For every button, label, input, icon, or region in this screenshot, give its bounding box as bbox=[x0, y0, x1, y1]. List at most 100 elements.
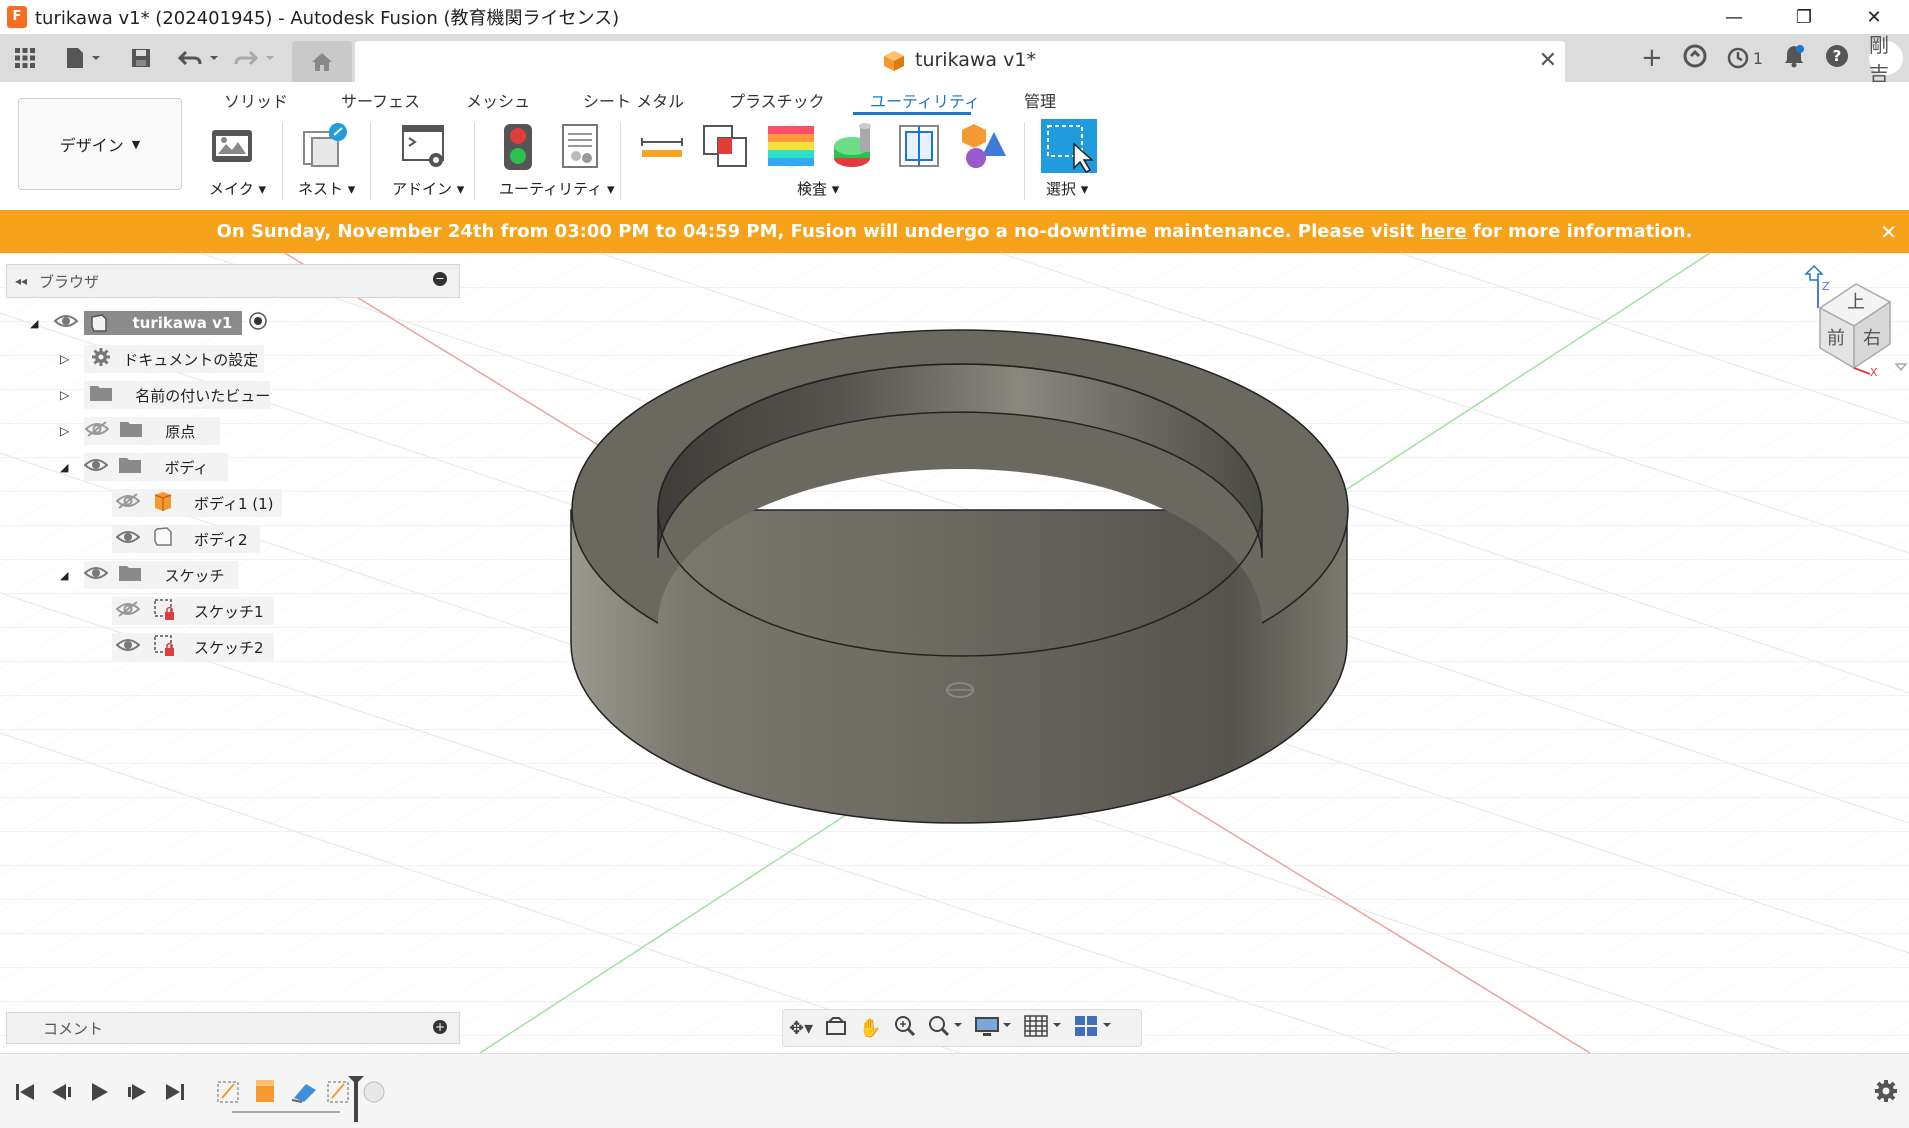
visibility-eye-icon[interactable] bbox=[83, 565, 109, 585]
select-group-label[interactable]: 選択 ▾ bbox=[1046, 178, 1088, 199]
parameters-table-icon[interactable] bbox=[560, 122, 600, 174]
tree-item-bodies[interactable]: ◢ ボディ bbox=[60, 452, 208, 482]
collapse-triangle-icon[interactable]: ◢ bbox=[60, 461, 68, 474]
timeline-sketch-icon[interactable] bbox=[327, 1081, 349, 1103]
home-icon[interactable] bbox=[292, 41, 352, 82]
draft-analysis-icon[interactable] bbox=[832, 122, 878, 174]
process-checks-icon[interactable] bbox=[500, 122, 536, 176]
section-analysis-icon[interactable] bbox=[896, 122, 942, 174]
play-button[interactable] bbox=[92, 1083, 108, 1101]
minimize-button[interactable]: — bbox=[1699, 0, 1769, 34]
undo-icon[interactable] bbox=[176, 42, 222, 74]
step-back-button[interactable] bbox=[52, 1084, 71, 1100]
display-settings-icon[interactable] bbox=[974, 1015, 1012, 1042]
expand-triangle-icon[interactable]: ▷ bbox=[60, 352, 69, 366]
tab-utility[interactable]: ユーティリティ bbox=[870, 88, 980, 112]
pan-hand-icon[interactable]: ✋ bbox=[859, 1018, 881, 1039]
timeline-settings-gear-icon[interactable] bbox=[1873, 1078, 1899, 1108]
browser-panel-header[interactable]: ◂◂ ブラウザ − bbox=[6, 264, 460, 298]
document-tab[interactable]: turikawa v1* ✕ bbox=[355, 41, 1565, 82]
make-group-label[interactable]: メイク ▾ bbox=[209, 178, 266, 199]
new-tab-plus-icon[interactable]: + bbox=[1641, 43, 1663, 73]
browser-minimize-icon[interactable]: − bbox=[433, 272, 447, 286]
help-icon[interactable]: ? bbox=[1825, 44, 1849, 73]
display-component-colors-icon[interactable] bbox=[960, 122, 1008, 174]
extensions-icon[interactable] bbox=[1683, 44, 1707, 73]
zebra-analysis-icon[interactable] bbox=[766, 122, 816, 174]
file-menu-icon[interactable] bbox=[60, 42, 106, 74]
workspace-switcher[interactable]: デザイン ▼ bbox=[18, 98, 182, 190]
tree-item-sketch1[interactable]: スケッチ1 bbox=[115, 596, 264, 626]
close-tab-button[interactable]: ✕ bbox=[1539, 48, 1557, 73]
hidden-eye-icon[interactable] bbox=[115, 493, 141, 513]
interference-icon[interactable] bbox=[700, 122, 750, 174]
close-banner-button[interactable]: ✕ bbox=[1880, 220, 1897, 244]
orbit-icon[interactable]: ✥▾ bbox=[789, 1018, 813, 1039]
tree-item-body1[interactable]: ボディ1 (1) bbox=[115, 488, 274, 518]
addins-group-label[interactable]: アドイン ▾ bbox=[392, 178, 464, 199]
tab-plastic[interactable]: プラスチック bbox=[729, 88, 825, 112]
expand-triangle-icon[interactable]: ▷ bbox=[60, 388, 69, 402]
timeline-sketch-icon[interactable] bbox=[217, 1081, 239, 1103]
visibility-eye-icon[interactable] bbox=[53, 313, 79, 333]
collapse-panel-icon[interactable]: ◂◂ bbox=[15, 274, 27, 288]
timeline-eraser-icon[interactable] bbox=[291, 1084, 316, 1103]
measure-icon[interactable] bbox=[640, 136, 684, 162]
zoom-icon[interactable] bbox=[894, 1015, 916, 1042]
collapse-triangle-icon[interactable]: ◢ bbox=[60, 569, 68, 582]
view-cube[interactable]: 上 前 右 Z X bbox=[1798, 264, 1908, 384]
activate-radio-icon[interactable] bbox=[248, 311, 268, 335]
tree-item-body2[interactable]: ボディ2 bbox=[115, 524, 248, 554]
tab-manage[interactable]: 管理 bbox=[1024, 88, 1056, 112]
expand-triangle-icon[interactable]: ▷ bbox=[60, 424, 69, 438]
banner-link[interactable]: here bbox=[1420, 221, 1466, 242]
tree-item-sketch2[interactable]: スケッチ2 bbox=[115, 632, 264, 662]
job-status-clock-icon[interactable]: 1 bbox=[1727, 47, 1763, 69]
tree-root-row[interactable]: ◢ turikawa v1 bbox=[30, 308, 268, 338]
tab-surface[interactable]: サーフェス bbox=[341, 88, 420, 112]
apps-grid-icon[interactable] bbox=[10, 42, 40, 74]
hidden-eye-icon[interactable] bbox=[84, 421, 110, 441]
tab-sheet-metal[interactable]: シート メタル bbox=[583, 88, 684, 112]
make-3d-print-icon[interactable] bbox=[208, 122, 256, 174]
viewport-canvas[interactable] bbox=[0, 252, 1909, 1094]
look-at-icon[interactable] bbox=[825, 1016, 847, 1041]
utility-group-label[interactable]: ユーティリティ ▾ bbox=[499, 178, 615, 199]
view-cube-menu-icon[interactable] bbox=[1894, 363, 1908, 372]
collapse-triangle-icon[interactable]: ◢ bbox=[30, 317, 38, 330]
root-component-highlight[interactable]: turikawa v1 bbox=[84, 311, 243, 335]
select-icon[interactable] bbox=[1040, 118, 1098, 178]
view-home-icon[interactable] bbox=[1804, 264, 1824, 281]
restore-button[interactable]: ❐ bbox=[1769, 0, 1839, 34]
tree-item-document-settings[interactable]: ▷ ドキュメントの設定 bbox=[60, 344, 258, 374]
add-comment-icon[interactable]: + bbox=[433, 1020, 447, 1034]
visibility-eye-icon[interactable] bbox=[115, 529, 141, 549]
inspect-group-label[interactable]: 検査 ▾ bbox=[797, 178, 839, 199]
tree-item-sketches[interactable]: ◢ スケッチ bbox=[60, 560, 224, 590]
nest-icon[interactable] bbox=[300, 122, 352, 174]
nest-group-label[interactable]: ネスト ▾ bbox=[298, 178, 355, 199]
viewports-layout-icon[interactable] bbox=[1074, 1015, 1112, 1042]
tree-item-origin[interactable]: ▷ 原点 bbox=[60, 416, 195, 446]
tab-solid[interactable]: ソリッド bbox=[224, 88, 288, 112]
timeline-body-icon[interactable] bbox=[363, 1081, 385, 1103]
grid-snap-icon[interactable] bbox=[1023, 1014, 1062, 1042]
fit-zoom-icon[interactable] bbox=[928, 1015, 962, 1042]
go-to-end-button[interactable] bbox=[166, 1084, 184, 1100]
visibility-eye-icon[interactable] bbox=[83, 457, 109, 477]
save-icon[interactable] bbox=[126, 42, 156, 74]
step-forward-button[interactable] bbox=[128, 1084, 146, 1100]
user-avatar[interactable]: 剛吉 bbox=[1869, 33, 1903, 86]
go-to-start-button[interactable] bbox=[16, 1084, 34, 1100]
scripts-addins-icon[interactable] bbox=[400, 122, 448, 174]
redo-icon[interactable] bbox=[232, 42, 278, 74]
visibility-eye-icon[interactable] bbox=[115, 637, 141, 657]
tree-item-named-views[interactable]: ▷ 名前の付いたビュー bbox=[60, 380, 270, 410]
hidden-eye-icon[interactable] bbox=[115, 601, 141, 621]
comments-panel-header[interactable]: コメント + bbox=[6, 1012, 460, 1044]
timeline-extrude-icon[interactable] bbox=[256, 1080, 274, 1102]
notifications-bell-icon[interactable] bbox=[1783, 44, 1805, 73]
tab-mesh[interactable]: メッシュ bbox=[466, 88, 530, 112]
timeline-marker[interactable] bbox=[348, 1076, 364, 1122]
3d-viewport[interactable] bbox=[0, 252, 1909, 1094]
